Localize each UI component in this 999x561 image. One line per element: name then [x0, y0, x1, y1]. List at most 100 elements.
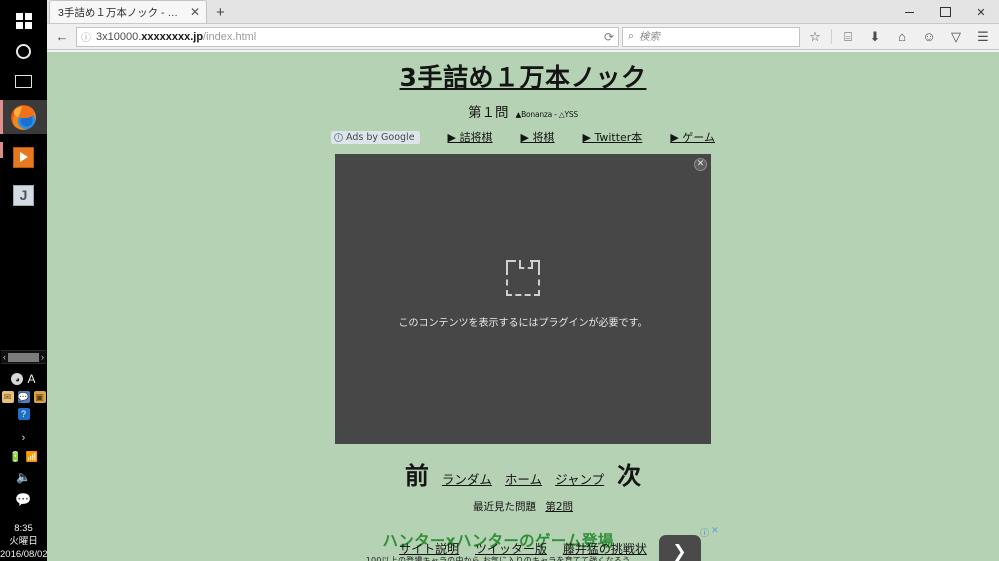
windows-logo-icon [15, 13, 32, 29]
ad-choices-controls: ⓘ ✕ [700, 526, 719, 539]
ime-mode-icon[interactable]: ◕ [11, 373, 24, 385]
ad-close-icon[interactable]: ✕ [711, 526, 719, 539]
search-icon: ⌕ [628, 30, 634, 42]
clock-time: 8:35 [14, 523, 33, 534]
wifi-icon[interactable]: 📶 [26, 452, 38, 463]
recently-viewed-link[interactable]: 第2問 [545, 501, 573, 513]
puzzle-piece-icon [506, 260, 540, 296]
question-number: 第１問 [468, 105, 509, 121]
search-bar[interactable]: ⌕ 検索 [622, 26, 800, 47]
page-title: 3手詰め１万本ノック [47, 52, 999, 94]
nav-link-game[interactable]: ▶ ゲーム [670, 129, 715, 145]
back-button[interactable]: ← [51, 26, 73, 48]
battery-icon[interactable]: 🔋 [9, 452, 21, 463]
tray-status-row-3: 💬 [0, 492, 47, 508]
footer: サイト説明 ツイッター版 藤井猛の挑戦状 [47, 540, 999, 557]
taskbar-item-firefox[interactable] [0, 100, 47, 134]
toolbar-divider [831, 29, 832, 44]
home-link[interactable]: ホーム [505, 469, 542, 488]
taskbar-clock[interactable]: 8:35 火曜日 2016/08/02 [0, 522, 48, 561]
taskbar-scroll-right-icon[interactable]: › [41, 352, 44, 362]
address-bar[interactable]: ⓘ 3x10000.xxxxxxxx.jp/index.html ⟳ [76, 26, 619, 47]
ads-by-google-label: Ads by Google [346, 131, 415, 143]
url-domain: xxxxxxxx.jp [141, 30, 204, 43]
recently-viewed-label: 最近見た問題 [472, 501, 536, 513]
bookmark-star-icon[interactable]: ☆ [803, 26, 827, 48]
nav-link-shogi[interactable]: ▶ 将棋 [521, 129, 555, 145]
window-close-button[interactable]: ✕ [963, 0, 999, 24]
question-line: 第１問 ▲Bonanza - △YSS [47, 101, 999, 121]
search-placeholder: 検索 [638, 31, 660, 43]
task-view-button[interactable] [0, 66, 47, 96]
menu-icon[interactable]: ☰ [971, 26, 995, 48]
info-icon: i [334, 132, 344, 142]
taskbar-item-j-app[interactable]: J [0, 178, 47, 212]
volume-icon[interactable]: 🔈 [16, 470, 31, 484]
reload-button[interactable]: ⟳ [604, 30, 614, 44]
tab-title: 3手詰め１万本ノック - 実戦詰め… [58, 6, 184, 19]
navigation-toolbar: ← ⓘ 3x10000.xxxxxxxx.jp/index.html ⟳ ⌕ 検… [47, 24, 999, 50]
taskbar-item-media-player[interactable] [0, 140, 47, 174]
firefox-icon [11, 104, 36, 130]
tray-expand-chevron-icon[interactable]: › [0, 432, 47, 444]
tray-folder-icon[interactable]: ▣ [33, 391, 46, 403]
clock-weekday: 火曜日 [9, 536, 38, 547]
footer-link-site-info[interactable]: サイト説明 [399, 542, 459, 556]
windows-taskbar: J ‹ › ◕ A ✉ 💬 ▣ ? › 🔋 📶 🔈 💬 8:35 火曜日 201… [0, 0, 48, 561]
nav-link-tsumeshogi[interactable]: ▶ 詰将棋 [448, 129, 493, 145]
taskbar-scroll-left-icon[interactable]: ‹ [3, 352, 6, 362]
url-path: /index.html [203, 30, 257, 43]
home-icon[interactable]: ⌂ [890, 26, 914, 48]
synced-tabs-icon[interactable]: ☺ [917, 26, 941, 48]
ime-alpha-indicator[interactable]: A [27, 372, 35, 386]
download-icon[interactable]: ⬇ [863, 26, 887, 48]
ads-nav-row: i Ads by Google ▶ 詰将棋 ▶ 将棋 ▶ Twitter本 ▶ … [47, 129, 999, 145]
random-link[interactable]: ランダム [442, 469, 492, 488]
prev-problem-link[interactable]: 前 [405, 456, 429, 491]
plugin-area: ✕ このコンテンツを表示するにはプラグインが必要です。 [335, 154, 711, 444]
taskbar-scroll-thumb[interactable] [8, 352, 39, 362]
next-problem-link[interactable]: 次 [617, 456, 641, 491]
page-content: 3手詰め１万本ノック 第１問 ▲Bonanza - △YSS i Ads by … [47, 52, 999, 561]
j-app-icon: J [13, 184, 34, 206]
cortana-button[interactable] [0, 36, 47, 66]
taskbar-scrollbar[interactable]: ‹ › [1, 350, 46, 364]
screen: J ‹ › ◕ A ✉ 💬 ▣ ? › 🔋 📶 🔈 💬 8:35 火曜日 201… [0, 0, 999, 561]
site-info-icon[interactable]: ⓘ [81, 29, 91, 44]
start-button[interactable] [0, 6, 47, 36]
window-controls: ✕ [891, 0, 999, 24]
new-tab-button[interactable]: + [207, 3, 234, 23]
tray-ime-row: ◕ A [0, 372, 47, 386]
tab-close-icon[interactable]: ✕ [190, 6, 200, 18]
tray-help-icon[interactable]: ? [17, 408, 30, 420]
media-player-icon [13, 146, 34, 168]
task-view-icon [15, 74, 32, 88]
recently-viewed-row: 最近見た問題 第2問 [47, 499, 999, 514]
tab-active[interactable]: 3手詰め１万本ノック - 実戦詰め… ✕ [49, 0, 207, 23]
library-icon[interactable]: ⌸ [836, 26, 860, 48]
url-text: 3x10000.xxxxxxxx.jp/index.html [96, 31, 256, 43]
engine-matchup: ▲Bonanza - △YSS [515, 110, 579, 119]
close-icon[interactable]: ✕ [694, 158, 707, 171]
tray-mail-icon[interactable]: ✉ [1, 391, 14, 403]
notification-icon[interactable]: 💬 [15, 492, 31, 508]
cortana-circle-icon [16, 43, 31, 59]
tray-ime-tool-icon[interactable]: 💬 [17, 391, 30, 403]
ad-info-icon[interactable]: ⓘ [700, 526, 709, 539]
jump-link[interactable]: ジャンプ [555, 469, 604, 488]
tab-strip: 3手詰め１万本ノック - 実戦詰め… ✕ + ✕ [47, 0, 999, 24]
window-minimize-button[interactable] [891, 0, 927, 24]
window-restore-button[interactable] [927, 0, 963, 24]
ads-by-google-badge[interactable]: i Ads by Google [331, 130, 420, 144]
nav-link-twitter-book[interactable]: ▶ Twitter本 [582, 129, 642, 145]
plugin-placeholder[interactable]: ✕ このコンテンツを表示するにはプラグインが必要です。 [335, 154, 711, 444]
pocket-icon[interactable]: ▽ [944, 26, 968, 48]
tray-status-row-1: 🔋 📶 [0, 452, 47, 463]
pager: 前 ランダム ホーム ジャンプ 次 [47, 456, 999, 491]
tray-status-row-2: 🔈 [0, 470, 47, 484]
site-title-link[interactable]: 3手詰め１万本ノック [400, 63, 647, 92]
footer-link-fujii-challenge[interactable]: 藤井猛の挑戦状 [563, 542, 647, 556]
url-prefix: 3x10000. [96, 30, 142, 43]
footer-link-twitter-version[interactable]: ツイッター版 [475, 542, 547, 556]
tray-app-row-1: ✉ 💬 ▣ [0, 391, 47, 403]
